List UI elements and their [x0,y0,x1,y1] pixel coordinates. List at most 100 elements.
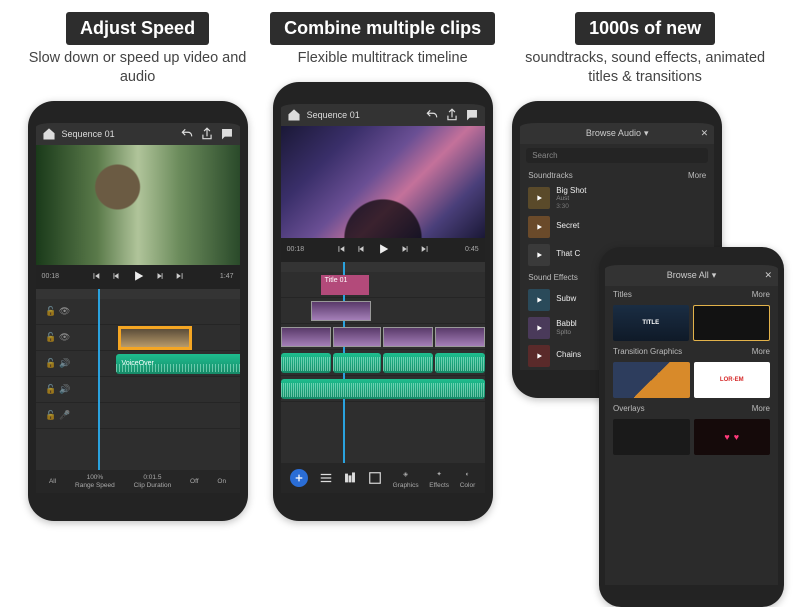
skip-start-icon[interactable] [336,244,346,256]
skip-end-icon[interactable] [420,244,430,256]
timecode-current: 00:18 [42,273,60,280]
comment-icon[interactable] [220,127,234,141]
clip-duration[interactable]: 0:01.5Clip Duration [134,474,172,489]
track-video-overlay[interactable] [281,298,485,324]
play-thumb-icon[interactable] [528,244,550,266]
audio-clip[interactable] [333,353,381,373]
speed-toggle-off[interactable]: Off [190,478,199,485]
tab-color[interactable]: ◐Color [460,467,476,489]
more-link[interactable]: More [752,404,770,413]
browse-all-title[interactable]: Browse All [667,270,709,280]
mute-icon[interactable]: 🔊 [60,358,70,368]
audio-clip[interactable] [383,353,433,373]
timeline-view-icon[interactable] [319,471,333,485]
step-back-icon[interactable] [111,271,121,283]
transition-tile[interactable] [613,362,690,398]
speed-all[interactable]: All [49,478,56,485]
eye-icon[interactable]: 👁 [60,306,70,316]
undo-icon[interactable] [425,108,439,122]
video-clip[interactable] [383,327,433,347]
track-title[interactable]: Title 01 [281,272,485,298]
video-overlay-clip[interactable] [311,301,371,321]
lock-icon[interactable]: 🔓 [46,384,56,394]
lock-icon[interactable]: 🔓 [46,410,56,420]
speed-range[interactable]: 100%Range Speed [75,474,115,489]
video-clip[interactable] [435,327,485,347]
tracks-icon[interactable] [343,471,357,485]
phone-mock-1: Sequence 01 00:18 1:47 🔓👁 [28,101,248,521]
video-clip-selected[interactable] [120,328,190,348]
expand-icon[interactable] [368,471,382,485]
video-clip[interactable] [281,327,331,347]
eye-icon[interactable]: 👁 [60,332,70,342]
skip-end-icon[interactable] [175,271,185,283]
title-clip[interactable]: Title 01 [321,275,369,295]
track-video-2[interactable]: 🔓👁 [36,299,240,325]
more-link[interactable]: More [752,347,770,356]
browse-all-header: Browse All ▾ ✕ [605,265,778,286]
track-audio-1[interactable]: 🔓 🔊 VoiceOver [36,351,240,377]
timeline[interactable]: Title 01 [281,262,485,463]
more-link[interactable]: More [752,290,770,299]
chevron-down-icon[interactable]: ▾ [644,128,649,139]
play-thumb-icon[interactable] [528,216,550,238]
title-template-tile[interactable]: TITLE [613,305,689,341]
step-forward-icon[interactable] [400,244,410,256]
tab-effects[interactable]: ✦Effects [429,467,449,489]
browse-audio-title[interactable]: Browse Audio [586,128,641,138]
mic-icon[interactable]: 🎤 [60,410,70,420]
track-audio-music[interactable] [281,376,485,402]
section-label: Overlays [613,404,645,413]
phone-mock-browseall: Browse All ▾ ✕ Titles More TITLE Transit… [599,247,784,607]
title-template-tile[interactable] [693,305,771,341]
audio-item[interactable]: Secret [520,213,714,241]
video-preview[interactable] [281,126,485,238]
play-thumb-icon[interactable] [528,345,550,367]
track-audio-2[interactable]: 🔓🔊 [36,377,240,403]
audio-clip-voiceover[interactable]: VoiceOver [116,354,240,374]
add-button[interactable] [290,469,308,487]
play-icon[interactable] [376,242,390,258]
step-forward-icon[interactable] [155,271,165,283]
section-label: Transition Graphics [613,347,682,356]
chevron-down-icon[interactable]: ▾ [712,270,717,281]
time-ruler[interactable] [281,262,485,272]
video-preview[interactable] [36,145,240,265]
overlay-tile[interactable] [613,419,690,455]
transition-tile[interactable]: LOR-EM [694,362,771,398]
share-icon[interactable] [200,127,214,141]
track-audio-3[interactable]: 🔓🎤 [36,403,240,429]
video-clip[interactable] [333,327,381,347]
play-thumb-icon[interactable] [528,317,550,339]
timeline[interactable]: 🔓👁 🔓👁 🔓🔊 VoiceOver [36,289,240,470]
overlay-tile[interactable] [694,419,771,455]
track-video-1[interactable]: 🔓👁 [36,325,240,351]
play-icon[interactable] [131,269,145,285]
undo-icon[interactable] [180,127,194,141]
mute-icon[interactable]: 🔊 [60,384,70,394]
lock-icon[interactable]: 🔓 [46,358,56,368]
more-link[interactable]: More [688,171,706,180]
time-ruler[interactable] [36,289,240,299]
lock-icon[interactable]: 🔓 [46,332,56,342]
lock-icon[interactable]: 🔓 [46,306,56,316]
step-back-icon[interactable] [356,244,366,256]
home-icon[interactable] [42,127,56,141]
audio-clip[interactable] [435,353,485,373]
audio-clip[interactable] [281,353,331,373]
close-icon[interactable]: ✕ [701,128,709,139]
track-audio-main[interactable] [281,350,485,376]
comment-icon[interactable] [465,108,479,122]
search-input[interactable]: Search [526,148,708,163]
share-icon[interactable] [445,108,459,122]
audio-item[interactable]: Big ShotAust3:30 [520,184,714,213]
play-thumb-icon[interactable] [528,187,550,209]
tab-graphics[interactable]: ◈Graphics [393,467,419,489]
play-thumb-icon[interactable] [528,289,550,311]
skip-start-icon[interactable] [91,271,101,283]
speed-toggle-on[interactable]: On [217,478,226,485]
track-video-main[interactable] [281,324,485,350]
music-clip[interactable] [281,379,485,399]
close-icon[interactable]: ✕ [764,270,772,281]
home-icon[interactable] [287,108,301,122]
